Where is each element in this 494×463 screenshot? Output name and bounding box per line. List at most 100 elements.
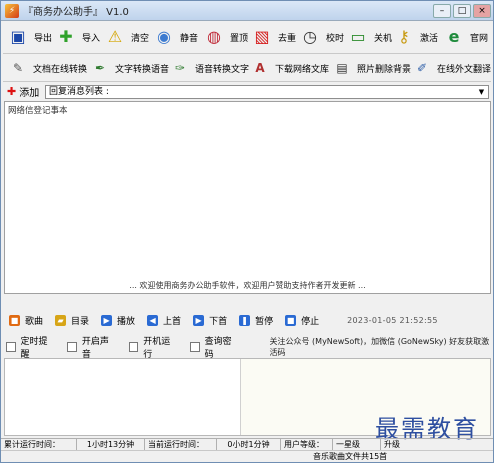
clock-icon: ◷	[303, 27, 317, 46]
doc-convert-button[interactable]: ✎ 文档在线转换	[7, 57, 87, 79]
total-time-value: 1小时13分钟	[77, 439, 145, 450]
activate-label: 激活	[420, 33, 439, 44]
next-icon: ▶	[193, 314, 205, 326]
document-az-icon: A	[255, 61, 265, 75]
mute-button[interactable]: ◉ 静音	[151, 24, 198, 50]
export-button[interactable]: ▣ 导出	[5, 24, 52, 50]
download-lib-button[interactable]: A 下载网络文库	[249, 57, 329, 79]
sync-time-button[interactable]: ◷ 校时	[297, 24, 344, 50]
current-time-label: 当前运行时间：	[145, 439, 217, 450]
topmost-label: 置顶	[230, 33, 249, 44]
welcome-marquee: ... 欢迎使用商务办公助手软件，欢迎用户赞助支持作者开发更新 ...	[129, 281, 366, 290]
query-password-label: 查询密码	[204, 337, 232, 360]
compass-pen-icon: ✐	[416, 61, 428, 75]
mute-label: 静音	[180, 33, 199, 44]
speech-pen-icon: ✒	[94, 61, 106, 75]
total-time-label: 累计运行时间：	[1, 439, 77, 450]
maximize-button[interactable]: □	[453, 4, 471, 18]
stop-button[interactable]: ■ 停止	[285, 314, 319, 327]
download-lib-label: 下载网络文库	[275, 64, 330, 75]
add-label: 添加	[19, 88, 40, 99]
voice-pen-icon: ✑	[174, 61, 186, 75]
reply-list-combo[interactable]: 回复消息列表 : ▼	[45, 85, 489, 99]
remove-dup-label: 去重	[278, 33, 297, 44]
pause-label: 暂停	[255, 316, 274, 327]
checkbox-box[interactable]	[67, 342, 77, 352]
playlist-button[interactable]: ▰ 目录	[55, 314, 89, 327]
next-button[interactable]: ▶ 下首	[193, 314, 227, 327]
pen-paper-icon: ✎	[12, 61, 24, 75]
options-row: 定时提醒 开启声音 开机运行 查询密码 关注公众号 (MyNewSoft)，加微信 (G…	[1, 337, 493, 360]
add-icon: ✚	[7, 85, 17, 98]
enable-sound-checkbox[interactable]: 开启声音	[67, 334, 115, 360]
auto-start-checkbox[interactable]: 开机运行	[128, 334, 177, 360]
film-icon: ▤	[336, 61, 348, 75]
user-level-label: 用户等级：	[281, 439, 333, 450]
photo-bg-button[interactable]: ▤ 照片删除背景	[331, 57, 411, 79]
shutdown-label: 关机	[374, 33, 393, 44]
music-count: 音乐歌曲文件共15首	[313, 452, 388, 461]
remove-dup-button[interactable]: ▧ 去重	[249, 24, 296, 50]
close-button[interactable]: ×	[473, 4, 491, 18]
stop-label: 停止	[301, 316, 320, 327]
text-to-speech-button[interactable]: ✒ 文字转换语音	[89, 57, 169, 79]
pause-button[interactable]: ❚ 暂停	[239, 314, 273, 327]
green-cross-icon: ✚	[59, 27, 73, 46]
prev-icon: ◀	[147, 314, 159, 326]
website-button[interactable]: e 官网	[441, 24, 488, 50]
pause-icon: ❚	[239, 314, 251, 326]
speech-to-text-label: 语音转换文字	[195, 64, 250, 75]
chevron-down-icon[interactable]: ▼	[476, 87, 487, 97]
shutdown-button[interactable]: ▭ 关机	[345, 24, 392, 50]
memo-text: 网络信登记事本	[8, 106, 68, 116]
playlist-icon: ▰	[55, 314, 67, 326]
song-label: 歌曲	[25, 316, 44, 327]
song-button[interactable]: ■ 歌曲	[9, 314, 43, 327]
checkbox-box[interactable]	[190, 342, 200, 352]
timer-reminder-checkbox[interactable]: 定时提醒	[6, 334, 54, 360]
app-logo-icon: ⚡	[5, 3, 19, 18]
upgrade-link[interactable]: 升级	[381, 439, 411, 450]
prev-button[interactable]: ◀ 上首	[147, 314, 181, 327]
import-label: 导入	[82, 33, 101, 44]
play-button[interactable]: ▶ 播放	[101, 314, 135, 327]
website-label: 官网	[470, 33, 489, 44]
prev-label: 上首	[163, 316, 182, 327]
current-time-value: 0小时1分钟	[217, 439, 281, 450]
floppy-disk-icon: ▣	[10, 27, 26, 46]
minimize-button[interactable]: –	[433, 4, 451, 18]
add-button[interactable]: ✚ 添加	[7, 84, 39, 99]
monitor-icon: ▭	[350, 27, 366, 46]
play-icon: ▶	[101, 314, 113, 326]
clear-button[interactable]: ⚠ 清空	[102, 24, 149, 50]
sync-time-label: 校时	[326, 33, 345, 44]
combo-value: 回复消息列表 :	[49, 87, 109, 97]
status-bar-secondary: 音乐歌曲文件共15首	[1, 450, 493, 462]
cd-icon: ◉	[157, 27, 171, 46]
status-bar: 累计运行时间： 1小时13分钟 当前运行时间： 0小时1分钟 用户等级： 一星级…	[1, 438, 493, 450]
globe-icon: ◍	[207, 27, 221, 46]
toolbar-divider	[3, 53, 491, 54]
auto-start-label: 开机运行	[143, 337, 171, 360]
play-label: 播放	[117, 316, 136, 327]
ie-globe-icon: e	[448, 27, 460, 46]
checkbox-box[interactable]	[128, 342, 139, 352]
window-title: 『商务办公助手』 V1.0	[23, 7, 129, 18]
import-button[interactable]: ✚ 导入	[53, 24, 100, 50]
translate-label: 在线外文翻译	[437, 64, 492, 75]
speech-to-text-button[interactable]: ✑ 语音转换文字	[169, 57, 249, 79]
doc-convert-label: 文档在线转换	[33, 64, 88, 75]
warning-icon: ⚠	[107, 27, 123, 46]
translate-button[interactable]: ✐ 在线外文翻译	[411, 57, 491, 79]
photo-bg-label: 照片删除背景	[357, 64, 412, 75]
timer-reminder-label: 定时提醒	[20, 337, 48, 360]
checkbox-box[interactable]	[6, 342, 16, 352]
toolbar-divider	[3, 81, 491, 82]
activate-button[interactable]: ⚷ 激活	[391, 24, 438, 50]
notepad-memo[interactable]: 网络信登记事本 ... 欢迎使用商务办公助手软件，欢迎用户赞助支持作者开发更新 …	[4, 101, 491, 294]
user-level-value: 一星级	[333, 439, 381, 450]
red-squares-icon: ▧	[254, 27, 270, 46]
topmost-button[interactable]: ◍ 置顶	[201, 24, 248, 50]
app-window: ⚡ 『商务办公助手』 V1.0 – □ × ▣ 导出 ✚ 导入 ⚠ 清空 ◉ 静音 ◍ 置顶 ▧ 去重…	[0, 0, 494, 463]
query-password-checkbox[interactable]: 查询密码	[190, 334, 238, 360]
